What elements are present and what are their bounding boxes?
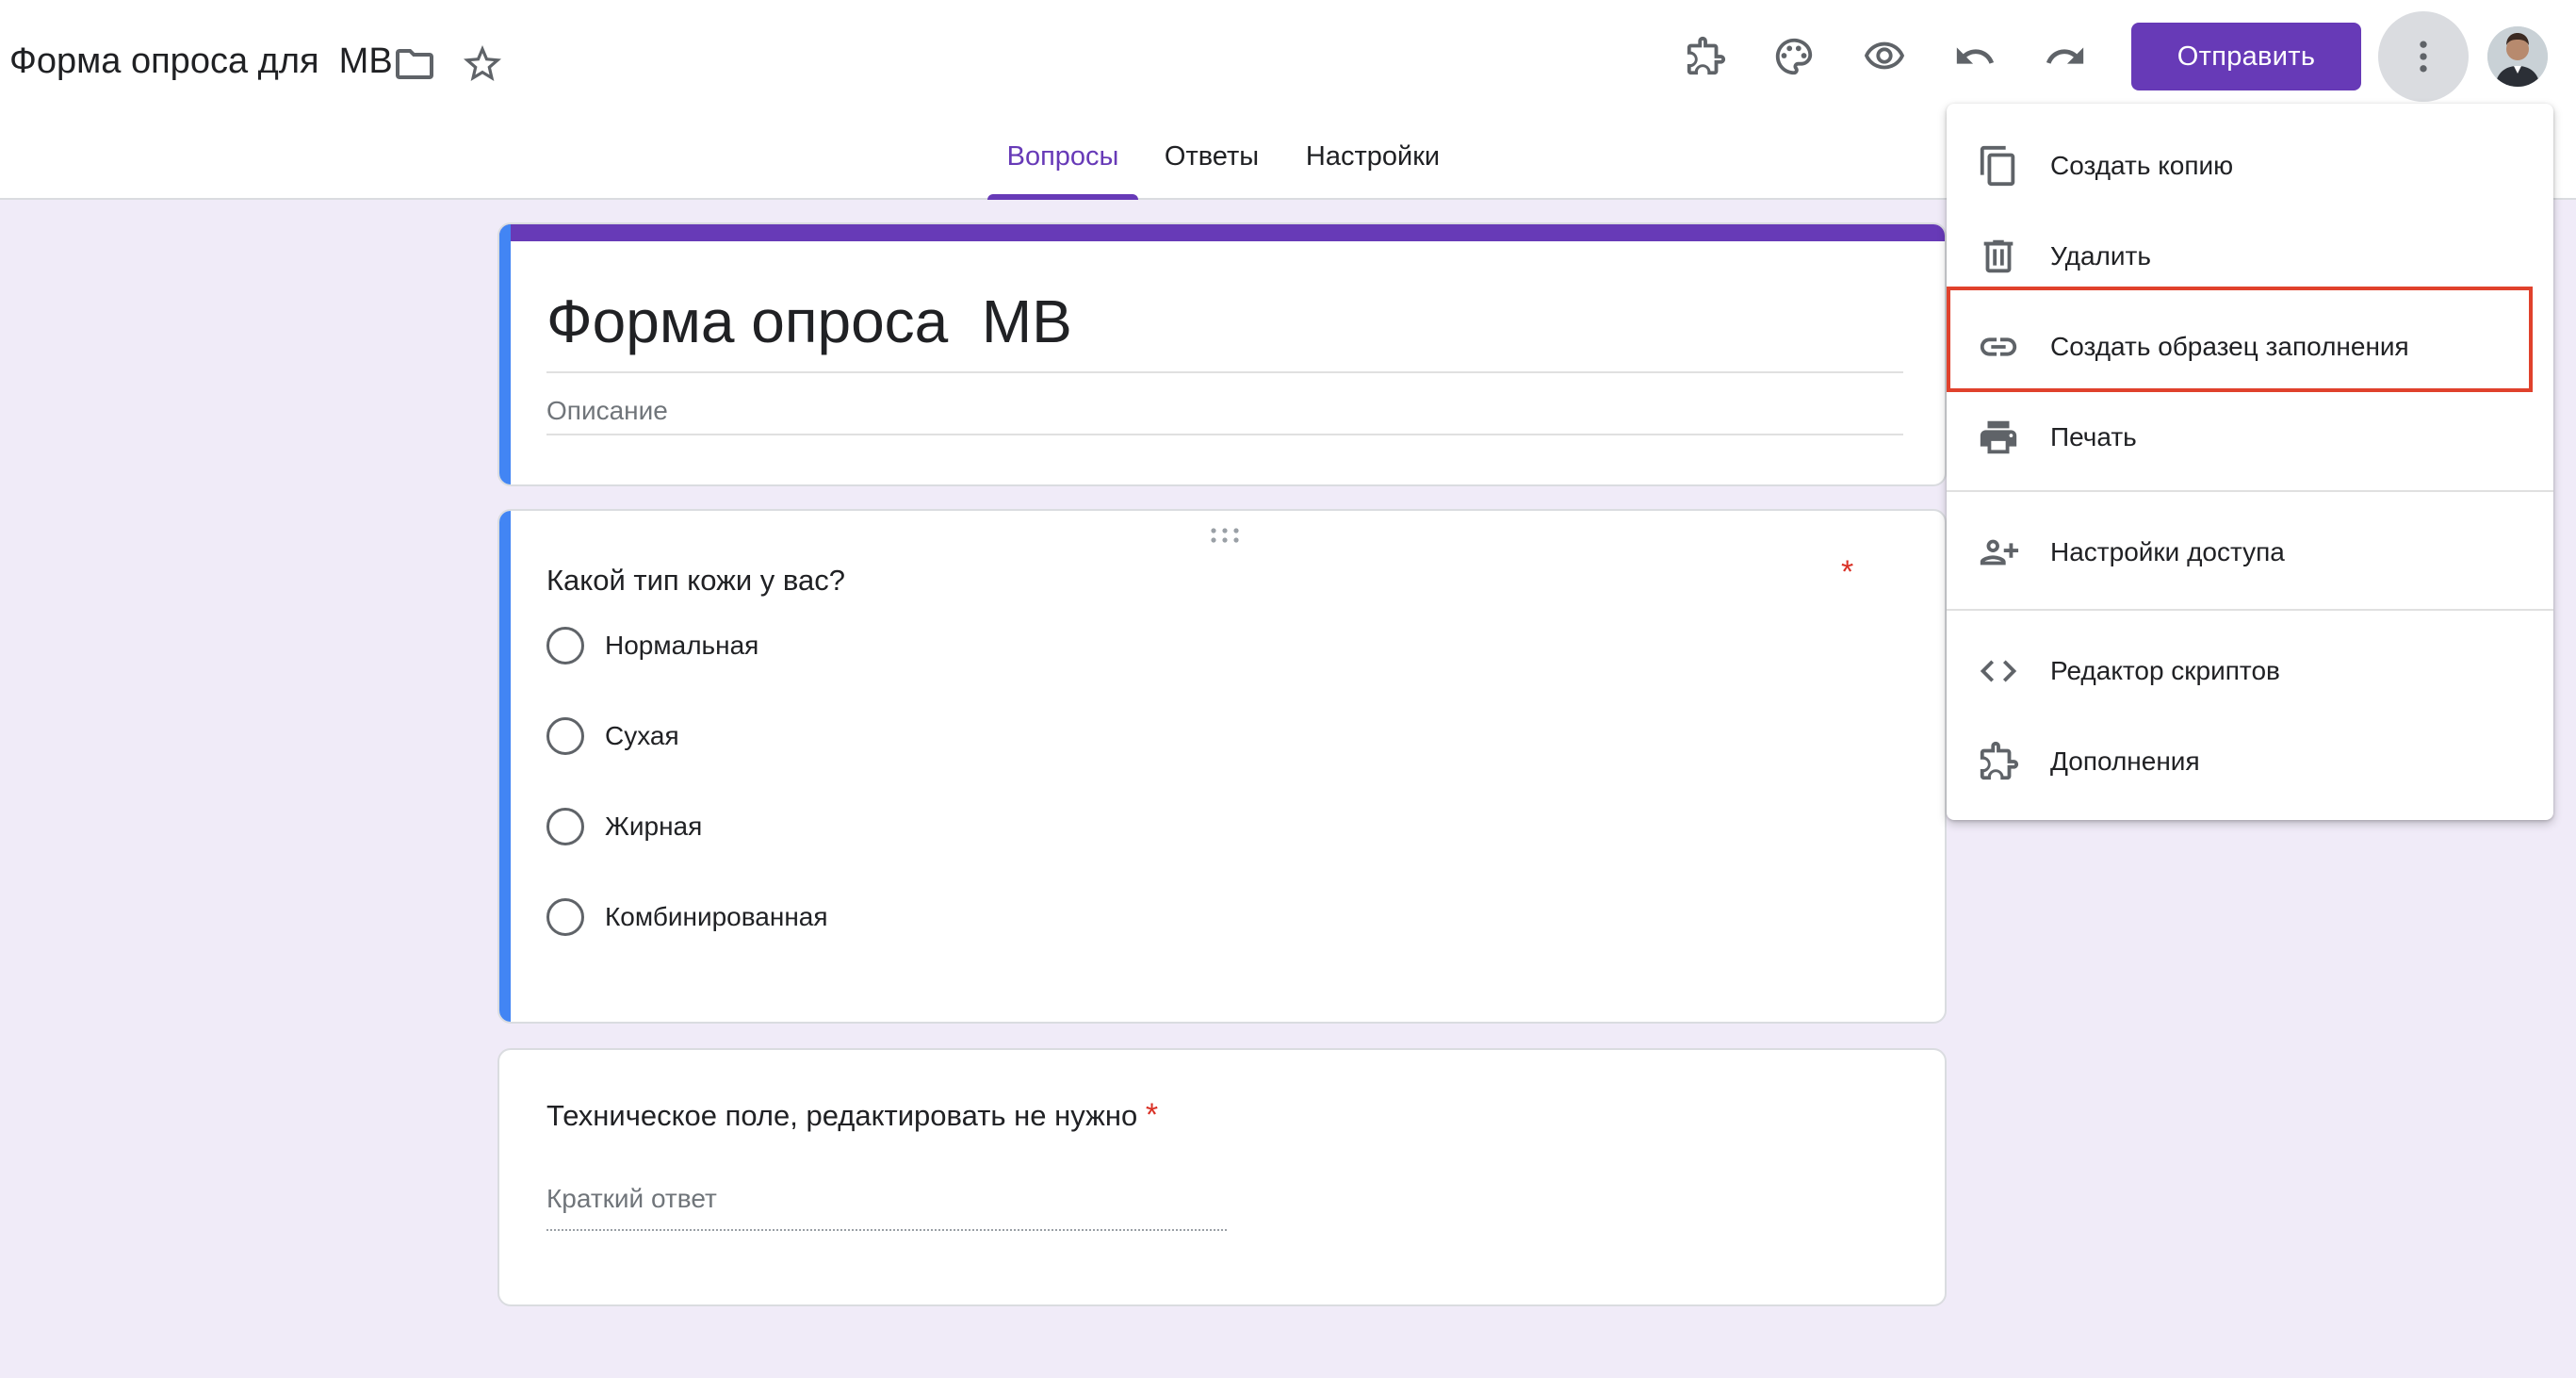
menu-item-print[interactable]: Печать <box>1947 392 2553 483</box>
question-card[interactable]: Техническое поле, редактировать не нужно… <box>497 1048 1947 1306</box>
form-title[interactable]: Форма опроса МВ <box>546 287 1072 356</box>
short-answer-field: Краткий ответ <box>546 1184 717 1213</box>
title-underline <box>546 371 1903 373</box>
document-title[interactable]: Форма опроса для МВ <box>9 41 393 82</box>
menu-item-script-editor[interactable]: Редактор скриптов <box>1947 626 2553 716</box>
menu-item-delete[interactable]: Удалить <box>1947 211 2553 302</box>
active-tab-indicator <box>987 194 1138 200</box>
menu-item-label: Дополнения <box>2050 746 2200 776</box>
menu-item-label: Настройки доступа <box>2050 537 2285 566</box>
form-description[interactable]: Описание <box>546 396 668 426</box>
people-add-icon <box>1975 529 2022 576</box>
question-card[interactable]: Какой тип кожи у вас? * Нормальная Сухая… <box>497 509 1947 1024</box>
question-title[interactable]: Какой тип кожи у вас? <box>546 564 845 598</box>
palette-icon[interactable] <box>1768 30 1820 83</box>
tab-settings[interactable]: Настройки <box>1293 141 1453 200</box>
menu-item-make-copy[interactable]: Создать копию <box>1947 121 2553 211</box>
trash-icon <box>1975 233 2022 280</box>
send-button[interactable]: Отправить <box>2131 23 2361 90</box>
menu-item-label: Печать <box>2050 422 2137 451</box>
radio-button[interactable] <box>546 808 584 845</box>
question-title[interactable]: Техническое поле, редактировать не нужно… <box>546 1097 1158 1134</box>
folder-icon[interactable] <box>392 41 437 87</box>
copy-icon <box>1975 142 2022 189</box>
option-label: Сухая <box>605 721 679 750</box>
menu-item-access-settings[interactable]: Настройки доступа <box>1947 507 2553 598</box>
option-label: Комбинированная <box>605 902 828 931</box>
short-answer-underline <box>546 1229 1227 1231</box>
menu-item-addons[interactable]: Дополнения <box>1947 716 2553 807</box>
code-icon <box>1975 648 2022 695</box>
preview-icon[interactable] <box>1858 30 1911 83</box>
card-left-accent <box>499 224 511 484</box>
radio-option[interactable]: Сухая <box>546 714 679 758</box>
radio-button[interactable] <box>546 717 584 755</box>
radio-option[interactable]: Нормальная <box>546 624 758 667</box>
menu-item-label: Создать образец заполнения <box>2050 332 2409 361</box>
more-options-menu: Создать копию Удалить Создать образец за… <box>1947 104 2553 820</box>
card-left-accent <box>499 511 511 1022</box>
undo-icon[interactable] <box>1948 30 2001 83</box>
menu-item-prefill-link[interactable]: Создать образец заполнения <box>1947 302 2553 392</box>
drag-handle-icon[interactable] <box>1208 526 1242 545</box>
form-header-card[interactable]: Форма опроса МВ Описание <box>497 222 1947 486</box>
redo-icon[interactable] <box>2039 30 2092 83</box>
radio-button[interactable] <box>546 898 584 936</box>
required-indicator: * <box>1145 1097 1159 1133</box>
description-underline <box>546 434 1903 435</box>
link-icon <box>1975 323 2022 370</box>
option-label: Жирная <box>605 812 703 841</box>
avatar[interactable] <box>2487 26 2548 87</box>
radio-option[interactable]: Комбинированная <box>546 895 828 939</box>
card-top-accent <box>499 224 1945 241</box>
addon-icon[interactable] <box>1679 30 1732 83</box>
star-icon[interactable] <box>460 41 505 87</box>
more-vert-icon[interactable] <box>2378 11 2469 102</box>
required-indicator: * <box>1841 554 1854 590</box>
question-title-text: Техническое поле, редактировать не нужно <box>546 1099 1138 1132</box>
menu-divider <box>1947 609 2553 611</box>
print-icon <box>1975 414 2022 461</box>
addon-icon <box>1975 738 2022 785</box>
tab-responses[interactable]: Ответы <box>1155 141 1268 200</box>
radio-button[interactable] <box>546 627 584 664</box>
menu-item-label: Создать копию <box>2050 151 2234 180</box>
menu-item-label: Удалить <box>2050 241 2151 271</box>
radio-option[interactable]: Жирная <box>546 805 702 848</box>
option-label: Нормальная <box>605 631 759 660</box>
menu-divider <box>1947 490 2553 492</box>
menu-item-label: Редактор скриптов <box>2050 656 2280 685</box>
tab-questions[interactable]: Вопросы <box>987 141 1138 200</box>
